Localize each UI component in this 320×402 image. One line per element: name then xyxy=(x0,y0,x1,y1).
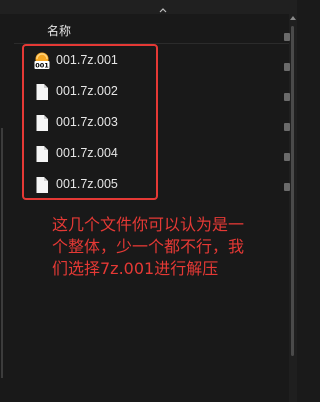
red-annotation-text: 这几个文件你可以认为是一个整体，少一个都不行，我们选择7z.001进行解压 xyxy=(52,215,245,278)
navigation-pane-edge xyxy=(0,44,4,394)
file-row-001-7z-002[interactable]: 001.7z.002 xyxy=(34,81,152,105)
file-row-001-7z-001[interactable]: 001 001.7z.001 xyxy=(34,50,152,74)
file-row-001-7z-005[interactable]: 001.7z.005 xyxy=(34,174,152,198)
partial-column-mark xyxy=(284,153,290,161)
blank-file-icon xyxy=(36,146,48,162)
column-header-name-label: 名称 xyxy=(47,24,72,38)
blank-file-icon xyxy=(36,115,48,131)
blank-file-icon xyxy=(36,177,48,193)
navigation-pane-scrollbar[interactable] xyxy=(1,128,3,378)
file-name: 001.7z.004 xyxy=(56,146,118,160)
scroll-up-arrow-icon[interactable] xyxy=(290,16,296,20)
partial-column-mark xyxy=(284,123,290,131)
partial-column-mark xyxy=(284,63,290,71)
partial-column-mark xyxy=(284,183,290,191)
file-name: 001.7z.002 xyxy=(56,84,118,98)
7zip-archive-icon: 001 xyxy=(34,52,50,70)
partial-column-mark xyxy=(284,33,290,41)
file-name: 001.7z.003 xyxy=(56,115,118,129)
file-name: 001.7z.005 xyxy=(56,177,118,191)
file-row-001-7z-004[interactable]: 001.7z.004 xyxy=(34,143,152,167)
file-row-001-7z-003[interactable]: 001.7z.003 xyxy=(34,112,152,136)
toolbar-band xyxy=(0,0,297,14)
column-header-name[interactable]: 名称 xyxy=(0,14,290,44)
archive-icon-label: 001 xyxy=(35,62,49,70)
file-name: 001.7z.001 xyxy=(56,53,118,67)
scrollbar-thumb[interactable] xyxy=(291,26,294,356)
vertical-scrollbar[interactable] xyxy=(289,14,297,402)
partial-column-mark xyxy=(284,93,290,101)
blank-file-icon xyxy=(36,84,48,100)
file-explorer-window: 名称 001 001.7z.001 001.7z.002 001.7z.003 … xyxy=(0,0,297,402)
